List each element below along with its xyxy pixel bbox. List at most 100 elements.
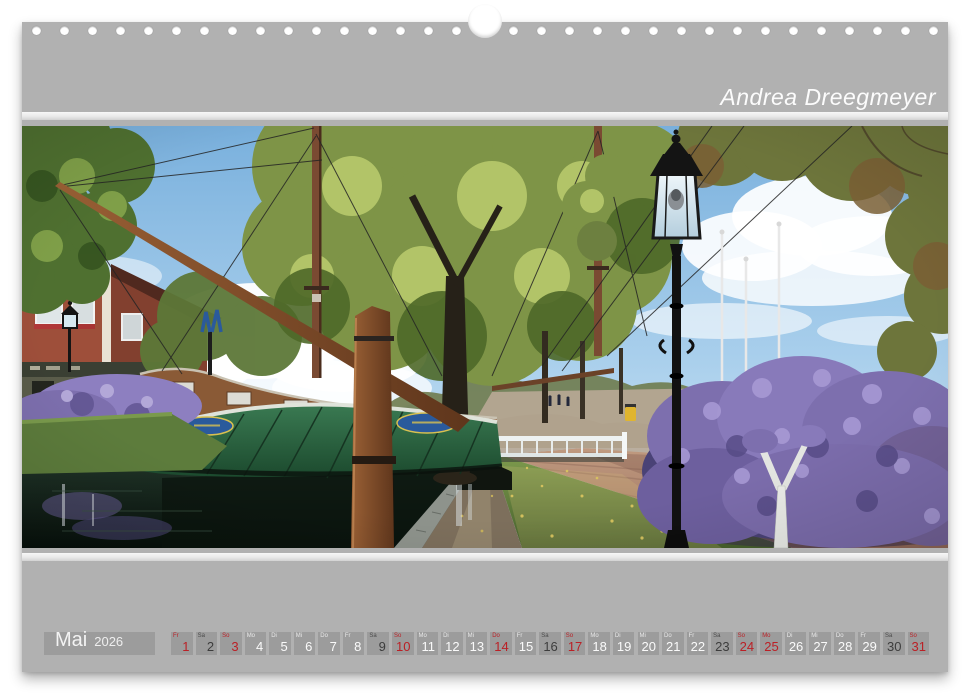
day-number: 25 [764,640,778,653]
divider-bottom [22,553,948,561]
day-cell-1: Fr1 [171,632,193,655]
day-number: 13 [470,640,484,653]
binding-hole [649,26,658,35]
day-cell-10: So10 [392,632,414,655]
day-cell-31: So31 [908,632,930,655]
day-number: 12 [445,640,459,653]
day-number: 3 [231,640,238,653]
binding-hole [312,26,321,35]
day-cell-24: So24 [736,632,758,655]
day-number: 24 [740,640,754,653]
binding-hole [873,26,882,35]
day-of-week-label: Do [320,633,328,640]
day-cell-11: Mo11 [417,632,439,655]
binding-hole [88,26,97,35]
day-cell-30: Sa30 [883,632,905,655]
binding-hole [677,26,686,35]
day-of-week-label: Sa [198,633,205,640]
day-cell-3: So3 [220,632,242,655]
day-cell-18: Mo18 [588,632,610,655]
binding-hole [32,26,41,35]
day-number: 1 [182,640,189,653]
day-number: 16 [543,640,557,653]
day-cell-17: So17 [564,632,586,655]
day-number: 23 [715,640,729,653]
binding-hole [284,26,293,35]
day-number: 2 [207,640,214,653]
day-cell-25: Mo25 [760,632,782,655]
year-label: 2026 [94,634,123,649]
day-cell-15: Fr15 [515,632,537,655]
day-cell-4: Mo4 [245,632,267,655]
binding-hole [621,26,630,35]
binding-hole [228,26,237,35]
binding-hole [845,26,854,35]
day-number: 26 [789,640,803,653]
day-cell-22: Fr22 [687,632,709,655]
day-number: 9 [379,640,386,653]
day-number: 31 [912,640,926,653]
day-cell-8: Fr8 [343,632,365,655]
photo [22,126,948,548]
day-number: 28 [838,640,852,653]
day-of-week-label: Fr [345,633,351,640]
day-of-week-label: Mo [247,633,255,640]
binding-hole [537,26,546,35]
binding-hole [509,26,518,35]
author-name: Andrea Dreegmeyer [720,84,936,111]
day-cell-13: Mi13 [466,632,488,655]
day-cell-7: Do7 [318,632,340,655]
day-cell-19: Di19 [613,632,635,655]
day-number: 20 [642,640,656,653]
day-number: 4 [256,640,263,653]
binding-hole [789,26,798,35]
photo-illustration [22,126,948,548]
day-cell-5: Di5 [269,632,291,655]
binding-hole [200,26,209,35]
binding-hole [396,26,405,35]
day-of-week-label: Fr [173,633,179,640]
day-cell-27: Mi27 [809,632,831,655]
calendar-page: Andrea Dreegmeyer [22,22,948,672]
day-number: 17 [568,640,582,653]
day-number: 30 [887,640,901,653]
binding-hole [116,26,125,35]
binding-hole [368,26,377,35]
day-number: 7 [330,640,337,653]
month-box: Mai 2026 [44,632,155,655]
day-number: 18 [592,640,606,653]
day-number: 14 [494,640,508,653]
day-number: 5 [280,640,287,653]
binding-hole [340,26,349,35]
month-label: Mai [55,629,87,651]
binding-hole [705,26,714,35]
day-cell-21: Do21 [662,632,684,655]
day-cell-26: Di26 [785,632,807,655]
binding-hole [929,26,938,35]
hanger-cutout [468,4,502,38]
day-number: 27 [813,640,827,653]
binding-hole [593,26,602,35]
day-cell-28: Do28 [834,632,856,655]
day-number: 8 [354,640,361,653]
day-number: 15 [519,640,533,653]
day-cell-12: Di12 [441,632,463,655]
day-number: 22 [691,640,705,653]
day-number: 6 [305,640,312,653]
day-number: 19 [617,640,631,653]
day-cell-6: Mi6 [294,632,316,655]
day-cell-14: Do14 [490,632,512,655]
binding-hole [256,26,265,35]
day-cell-2: Sa2 [196,632,218,655]
day-of-week-label: Di [271,633,277,640]
day-number: 11 [422,640,436,653]
binding-hole [144,26,153,35]
day-number: 29 [862,640,876,653]
day-cell-23: Sa23 [711,632,733,655]
day-cell-20: Mi20 [638,632,660,655]
binding-hole [452,26,461,35]
day-number: 10 [396,640,410,653]
calendar-strip: Mai2026 Fr1Sa2So3Mo4Di5Mi6Do7Fr8Sa9So10M… [22,632,948,655]
day-cell-16: Sa16 [539,632,561,655]
day-cell-29: Fr29 [858,632,880,655]
